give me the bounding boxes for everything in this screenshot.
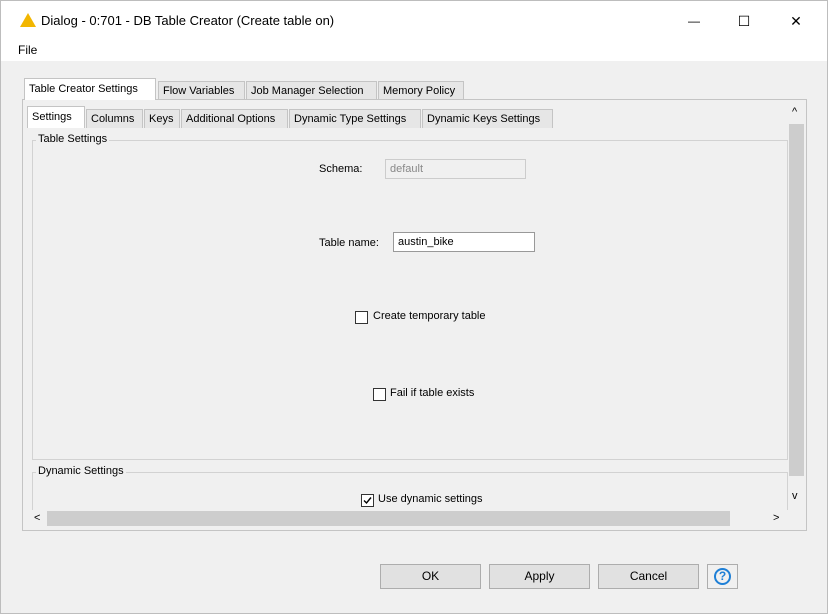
help-icon: ?	[714, 568, 731, 585]
vertical-scrollbar[interactable]: ^ v	[788, 100, 805, 510]
scroll-down-icon[interactable]: v	[792, 490, 798, 502]
use-dynamic-settings-checkbox[interactable]	[361, 494, 374, 507]
tab-settings[interactable]: Settings	[27, 106, 85, 128]
tab-label: Additional Options	[186, 113, 276, 125]
table-name-input[interactable]: austin_bike	[393, 232, 535, 252]
dynamic-settings-label: Dynamic Settings	[36, 465, 126, 477]
ok-button[interactable]: OK	[380, 564, 481, 589]
maximize-icon: ☐	[737, 12, 751, 29]
tab-dynamic-keys-settings[interactable]: Dynamic Keys Settings	[422, 109, 553, 128]
schema-label: Schema:	[319, 163, 363, 175]
tab-label: Columns	[91, 113, 135, 125]
tab-job-manager-selection[interactable]: Job Manager Selection	[246, 81, 377, 100]
close-icon: ✕	[790, 12, 802, 29]
menu-file[interactable]: File	[18, 43, 37, 57]
warning-icon	[20, 13, 36, 27]
window-title: Dialog - 0:701 - DB Table Creator (Creat…	[41, 13, 335, 28]
close-button[interactable]: ✕	[773, 1, 819, 41]
minimize-button[interactable]: —	[671, 1, 717, 41]
tab-label: Flow Variables	[163, 85, 235, 97]
use-dynamic-settings-label: Use dynamic settings	[378, 493, 483, 505]
maximize-button[interactable]: ☐	[721, 1, 767, 41]
tab-label: Settings	[32, 111, 72, 123]
tab-flow-variables[interactable]: Flow Variables	[158, 81, 245, 100]
create-temporary-table-label: Create temporary table	[373, 310, 486, 322]
tab-keys[interactable]: Keys	[144, 109, 180, 128]
tab-label: Dynamic Keys Settings	[427, 113, 541, 125]
fail-if-exists-label: Fail if table exists	[390, 387, 475, 399]
create-temporary-table-checkbox[interactable]	[355, 311, 368, 324]
scroll-right-icon[interactable]: >	[773, 512, 779, 524]
apply-button[interactable]: Apply	[489, 564, 590, 589]
title-bar: Dialog - 0:701 - DB Table Creator (Creat…	[1, 1, 827, 41]
tab-table-creator-settings[interactable]: Table Creator Settings	[24, 78, 156, 100]
dynamic-settings-group: Dynamic Settings Use dynamic settings	[32, 465, 788, 512]
schema-input[interactable]: default	[385, 159, 526, 179]
tab-columns[interactable]: Columns	[86, 109, 143, 128]
table-settings-group: Table Settings Schema: default Table nam…	[32, 133, 788, 460]
horizontal-scrollbar[interactable]: < >	[30, 510, 790, 527]
scroll-up-icon[interactable]: ^	[792, 106, 797, 118]
menu-bar: File	[1, 41, 827, 61]
checkmark-icon	[363, 497, 372, 505]
tab-label: Table Creator Settings	[29, 83, 138, 95]
table-settings-label: Table Settings	[36, 133, 110, 145]
scroll-left-icon[interactable]: <	[34, 512, 40, 524]
tab-label: Job Manager Selection	[251, 85, 364, 97]
help-button[interactable]: ?	[707, 564, 738, 589]
tab-label: Keys	[149, 113, 174, 125]
table-name-label: Table name:	[319, 237, 379, 249]
tab-dynamic-type-settings[interactable]: Dynamic Type Settings	[289, 109, 421, 128]
tab-label: Memory Policy	[383, 85, 456, 97]
outer-tab-panel: Settings Columns Keys Additional Options…	[22, 99, 807, 531]
vertical-scroll-thumb[interactable]	[789, 124, 804, 476]
horizontal-scroll-thumb[interactable]	[47, 511, 730, 526]
cancel-button[interactable]: Cancel	[598, 564, 699, 589]
tab-memory-policy[interactable]: Memory Policy	[378, 81, 464, 100]
fail-if-exists-checkbox[interactable]	[373, 388, 386, 401]
tab-additional-options[interactable]: Additional Options	[181, 109, 288, 128]
dialog-content: Table Creator Settings Flow Variables Jo…	[1, 61, 827, 613]
dialog-window: Dialog - 0:701 - DB Table Creator (Creat…	[0, 0, 828, 614]
tab-label: Dynamic Type Settings	[294, 113, 407, 125]
minimize-icon: —	[688, 14, 700, 28]
